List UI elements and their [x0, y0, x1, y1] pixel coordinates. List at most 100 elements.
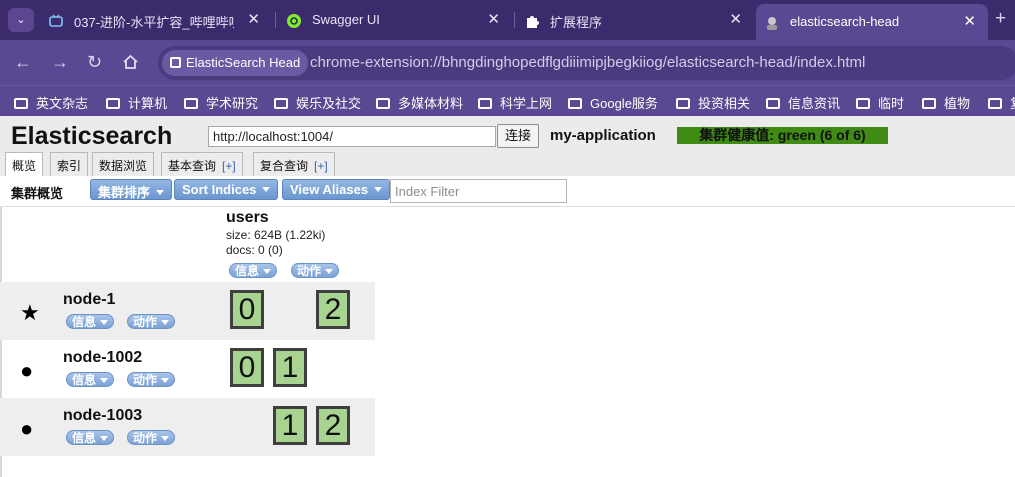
tab-basic-query[interactable]: 基本查询 [+] [161, 152, 243, 176]
bookmark-label: 计算机 [128, 96, 168, 111]
close-icon[interactable]: ✕ [729, 10, 742, 28]
connect-button[interactable]: 连接 [497, 124, 539, 148]
shard-box[interactable]: 1 [273, 348, 307, 387]
bookmark-folder[interactable]: 学术研究 [184, 93, 258, 112]
bookmark-label: Google服务 [590, 96, 658, 111]
cluster-health-badge: 集群健康值: green (6 of 6) [677, 127, 888, 144]
index-info-button[interactable]: 信息 [229, 263, 278, 278]
puzzle-icon [527, 16, 539, 28]
folder-icon [106, 98, 120, 109]
circle-icon: ● [20, 416, 34, 441]
bookmark-folder[interactable]: 多媒体材料 [376, 93, 463, 112]
bookmark-label: 植物 [944, 96, 971, 111]
bookmark-folder[interactable]: 复 [988, 93, 1015, 112]
bookmark-folder[interactable]: 科学上网 [478, 93, 552, 112]
shard-box[interactable]: 1 [273, 406, 307, 445]
bookmark-folder[interactable]: 临时 [856, 93, 904, 112]
bookmark-folder[interactable]: Google服务 [568, 93, 658, 112]
node-info-button[interactable]: 信息 [66, 372, 115, 387]
node-info-button[interactable]: 信息 [66, 314, 115, 329]
chevron-down-icon [161, 320, 170, 325]
button-label: 动作 [133, 431, 158, 445]
tab-label: 复合查询 [260, 159, 309, 173]
bookmark-label: 复 [1010, 96, 1015, 111]
tab-compound-query[interactable]: 复合查询 [+] [253, 152, 335, 176]
node-action-button[interactable]: 动作 [127, 314, 176, 329]
close-icon[interactable]: ✕ [963, 12, 976, 30]
shard-box[interactable]: 0 [230, 348, 264, 387]
bookmark-folder[interactable]: 娱乐及社交 [274, 93, 361, 112]
connect-url-input[interactable] [208, 126, 496, 147]
sort-cluster-button[interactable]: 集群排序 [90, 179, 173, 200]
browser-tab-extensions[interactable]: 扩展程序 ✕ [516, 4, 754, 36]
chevron-down-icon [100, 378, 109, 383]
browser-tab-title: 扩展程序 [550, 15, 603, 30]
index-docs: docs: 0 (0) [226, 243, 283, 257]
node-action-button[interactable]: 动作 [127, 372, 176, 387]
folder-icon [676, 98, 690, 109]
home-icon[interactable] [122, 54, 139, 70]
shard-box[interactable]: 2 [316, 290, 350, 329]
shard-box[interactable]: 0 [230, 290, 264, 329]
node-action-button[interactable]: 动作 [127, 430, 176, 445]
browser-tab-swagger[interactable]: Swagger UI ✕ [278, 4, 512, 36]
new-tab-button[interactable]: + [995, 8, 1006, 30]
button-label: 信息 [72, 431, 97, 445]
bookmark-label: 临时 [878, 96, 905, 111]
bookmark-folder[interactable]: 投资相关 [676, 93, 750, 112]
overview-toolbar: 集群概览 集群排序 Sort Indices View Aliases [0, 176, 1015, 207]
bilibili-icon [49, 14, 63, 27]
tab-search-button[interactable]: ⌄ [8, 8, 34, 32]
index-filter-input[interactable] [390, 179, 567, 203]
tab-label: 数据浏览 [99, 159, 148, 173]
reload-icon[interactable]: ↻ [87, 52, 102, 73]
add-query-button[interactable]: [+] [222, 159, 236, 173]
close-icon[interactable]: ✕ [247, 10, 260, 28]
tab-divider [275, 12, 276, 28]
tab-indices[interactable]: 索引 [50, 152, 89, 176]
bookmark-folder[interactable]: 计算机 [106, 93, 167, 112]
node-row: ● node-1003 信息 动作 1 2 [0, 398, 375, 456]
folder-icon [274, 98, 288, 109]
browser-tab-elasticsearch-head[interactable]: elasticsearch-head ✕ [756, 4, 988, 40]
bookmark-folder[interactable]: 信息资讯 [766, 93, 840, 112]
elasticsearch-icon [767, 17, 777, 30]
omnibox[interactable]: ElasticSearch Head chrome-extension://bh… [158, 46, 1015, 80]
folder-icon [856, 98, 870, 109]
folder-icon [568, 98, 582, 109]
node-info-button[interactable]: 信息 [66, 430, 115, 445]
index-name: users [226, 209, 269, 226]
app-header: Elasticsearch 连接 my-application 集群健康值: g… [0, 116, 1015, 177]
shard-box[interactable]: 2 [316, 406, 350, 445]
folder-icon [922, 98, 936, 109]
circle-icon: ● [20, 358, 34, 383]
tab-browser[interactable]: 数据浏览 [92, 152, 155, 176]
bookmark-folder[interactable]: 植物 [922, 93, 970, 112]
sort-indices-button[interactable]: Sort Indices [174, 179, 279, 200]
node-name: node-1002 [63, 349, 143, 366]
chevron-down-icon [263, 269, 272, 274]
url-text[interactable]: chrome-extension://bhngdinghopedflgdiiim… [310, 54, 865, 71]
back-arrow-icon[interactable]: ← [14, 52, 32, 73]
view-aliases-button[interactable]: View Aliases [282, 179, 391, 200]
node-name: node-1003 [63, 407, 143, 424]
folder-icon [766, 98, 780, 109]
close-icon[interactable]: ✕ [487, 10, 500, 28]
browser-tab-title: Swagger UI [312, 12, 380, 27]
tab-label: 索引 [57, 159, 82, 173]
index-action-button[interactable]: 动作 [291, 263, 340, 278]
forward-arrow-icon[interactable]: → [51, 52, 69, 73]
bookmark-label: 信息资讯 [788, 96, 841, 111]
bookmark-label: 学术研究 [206, 96, 259, 111]
site-chip[interactable]: ElasticSearch Head [162, 50, 309, 76]
add-query-button[interactable]: [+] [314, 159, 328, 173]
bookmark-label: 英文杂志 [36, 96, 89, 111]
bookmarks-bar: 英文杂志 计算机 学术研究 娱乐及社交 多媒体材料 科学上网 Google服务 … [0, 85, 1015, 116]
tab-overview[interactable]: 概览 [5, 152, 44, 177]
chevron-down-icon [156, 190, 165, 195]
browser-tab-bilibili[interactable]: 037-进阶-水平扩容_哔哩哔哩_b ✕ [40, 4, 272, 36]
folder-icon [14, 98, 28, 109]
browser-tab-title: elasticsearch-head [790, 14, 900, 29]
page-content: Elasticsearch 连接 my-application 集群健康值: g… [0, 116, 1015, 477]
bookmark-folder[interactable]: 英文杂志 [14, 93, 88, 112]
